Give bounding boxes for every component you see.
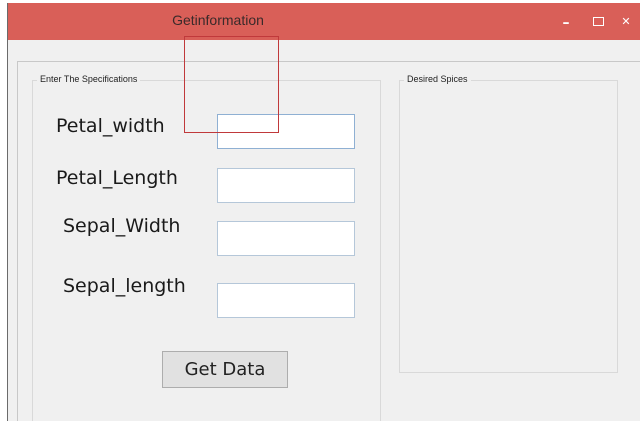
title-bar[interactable]: Getinformation – ✕ bbox=[8, 3, 640, 40]
petal-width-label: Petal_width bbox=[56, 115, 165, 137]
petal-length-input[interactable] bbox=[217, 168, 355, 203]
maximize-icon bbox=[592, 17, 604, 26]
window-title: Getinformation bbox=[172, 12, 264, 28]
minimize-button[interactable]: – bbox=[551, 3, 581, 40]
get-data-button[interactable]: Get Data bbox=[162, 351, 288, 388]
desired-species-group: Desired Spices bbox=[399, 74, 618, 373]
sepal-width-label: Sepal_Width bbox=[63, 215, 181, 237]
desired-species-legend: Desired Spices bbox=[404, 74, 471, 84]
specifications-legend: Enter The Specifications bbox=[37, 74, 141, 84]
form-body: Enter The Specifications Petal_width Pet… bbox=[8, 40, 640, 421]
sepal-length-label: Sepal_length bbox=[63, 275, 186, 297]
maximize-button[interactable] bbox=[583, 3, 613, 40]
close-icon: ✕ bbox=[621, 15, 631, 28]
sepal-width-input[interactable] bbox=[217, 221, 355, 256]
specifications-group: Enter The Specifications Petal_width Pet… bbox=[32, 74, 381, 421]
sepal-length-input[interactable] bbox=[217, 283, 355, 318]
getinformation-window: Getinformation – ✕ Enter The Specificati… bbox=[7, 3, 640, 421]
petal-length-label: Petal_Length bbox=[56, 167, 178, 189]
minimize-icon: – bbox=[562, 14, 570, 31]
close-button[interactable]: ✕ bbox=[611, 3, 640, 40]
petal-width-input[interactable] bbox=[217, 114, 355, 149]
